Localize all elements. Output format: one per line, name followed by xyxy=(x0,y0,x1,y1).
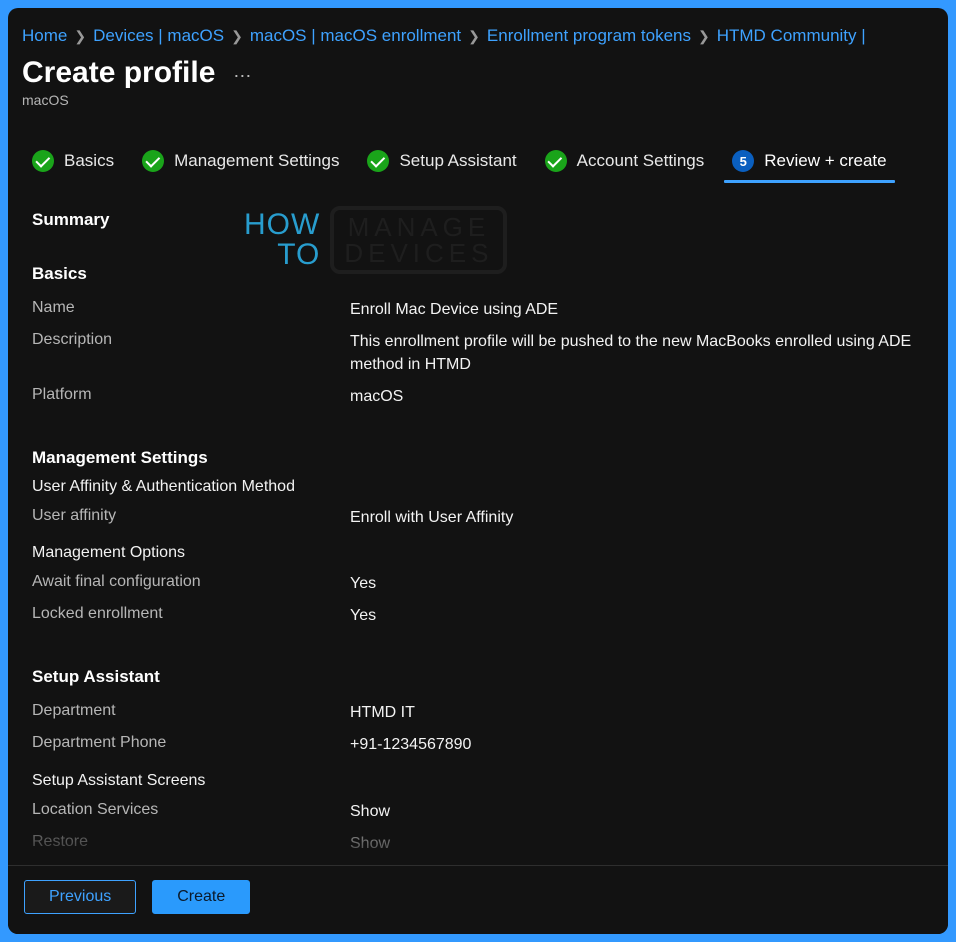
label-platform: Platform xyxy=(32,386,350,408)
step-label: Basics xyxy=(64,151,114,171)
label-department-phone: Department Phone xyxy=(32,734,350,756)
step-label: Management Settings xyxy=(174,151,339,171)
more-actions-icon[interactable]: ⋯ xyxy=(233,60,252,87)
step-number-badge: 5 xyxy=(732,150,754,172)
value-platform: macOS xyxy=(350,386,924,408)
step-label: Review + create xyxy=(764,151,886,171)
label-location-services: Location Services xyxy=(32,801,350,823)
check-icon xyxy=(32,150,54,172)
page-subtitle: macOS xyxy=(8,90,948,130)
step-setup-assistant[interactable]: Setup Assistant xyxy=(353,140,530,182)
create-button[interactable]: Create xyxy=(152,880,250,914)
page-title: Create profile xyxy=(22,56,215,90)
chevron-right-icon: ❯ xyxy=(467,28,481,45)
summary-content: Summary Basics Name Enroll Mac Device us… xyxy=(8,182,948,864)
sub-heading-options: Management Options xyxy=(32,544,924,562)
summary-heading: Summary xyxy=(32,210,924,230)
check-icon xyxy=(142,150,164,172)
section-heading-management: Management Settings xyxy=(32,448,924,468)
chevron-right-icon: ❯ xyxy=(697,28,711,45)
value-await-config: Yes xyxy=(350,573,924,595)
label-user-affinity: User affinity xyxy=(32,507,350,529)
label-department: Department xyxy=(32,702,350,724)
label-description: Description xyxy=(32,331,350,376)
value-user-affinity: Enroll with User Affinity xyxy=(350,507,924,529)
value-name: Enroll Mac Device using ADE xyxy=(350,299,924,321)
breadcrumb-link-devices[interactable]: Devices | macOS xyxy=(93,26,224,46)
breadcrumb: Home ❯ Devices | macOS ❯ macOS | macOS e… xyxy=(8,22,948,56)
wizard-steps: Basics Management Settings Setup Assista… xyxy=(8,130,948,182)
value-department: HTMD IT xyxy=(350,702,924,724)
label-restore: Restore xyxy=(32,833,350,855)
step-account-settings[interactable]: Account Settings xyxy=(531,140,719,182)
value-restore: Show xyxy=(350,833,924,855)
value-location-services: Show xyxy=(350,801,924,823)
step-label: Account Settings xyxy=(577,151,705,171)
section-heading-basics: Basics xyxy=(32,264,924,284)
step-review-create[interactable]: 5 Review + create xyxy=(718,140,900,182)
check-icon xyxy=(367,150,389,172)
sub-heading-screens: Setup Assistant Screens xyxy=(32,772,924,790)
step-label: Setup Assistant xyxy=(399,151,516,171)
check-icon xyxy=(545,150,567,172)
breadcrumb-link-home[interactable]: Home xyxy=(22,26,67,46)
value-locked-enrollment: Yes xyxy=(350,605,924,627)
label-name: Name xyxy=(32,299,350,321)
step-basics[interactable]: Basics xyxy=(18,140,128,182)
breadcrumb-link-enrollment[interactable]: macOS | macOS enrollment xyxy=(250,26,461,46)
breadcrumb-link-tokens[interactable]: Enrollment program tokens xyxy=(487,26,691,46)
sub-heading-affinity: User Affinity & Authentication Method xyxy=(32,478,924,496)
chevron-right-icon: ❯ xyxy=(73,28,87,45)
value-department-phone: +91-1234567890 xyxy=(350,734,924,756)
label-await-config: Await final configuration xyxy=(32,573,350,595)
previous-button[interactable]: Previous xyxy=(24,880,136,914)
chevron-right-icon: ❯ xyxy=(230,28,244,45)
label-locked-enrollment: Locked enrollment xyxy=(32,605,350,627)
value-description: This enrollment profile will be pushed t… xyxy=(350,331,924,376)
step-management-settings[interactable]: Management Settings xyxy=(128,140,353,182)
footer-bar: Previous Create xyxy=(8,865,948,934)
breadcrumb-link-token-name[interactable]: HTMD Community | xyxy=(717,26,866,46)
section-heading-setup: Setup Assistant xyxy=(32,667,924,687)
